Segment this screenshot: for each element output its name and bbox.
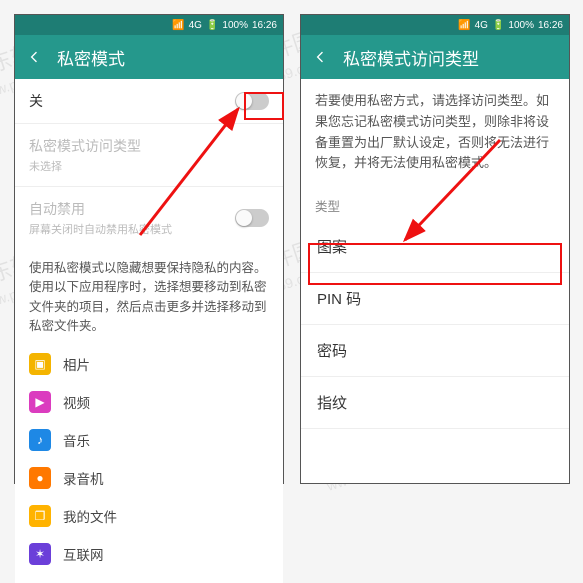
- app-label: 录音机: [63, 468, 104, 488]
- options-list: 图案PIN 码密码指纹: [301, 221, 569, 429]
- statusbar: 📶 4G 🔋 100% 16:26: [301, 15, 569, 35]
- app-label: 相片: [63, 354, 90, 374]
- appbar: 私密模式访问类型: [301, 35, 569, 79]
- auto-disable-row[interactable]: 自动禁用 屏幕关闭时自动禁用私密模式: [15, 187, 283, 249]
- option-row[interactable]: 密码: [301, 325, 569, 377]
- app-item[interactable]: ❐ 我的文件: [29, 497, 269, 535]
- network-label: 4G: [475, 20, 488, 31]
- private-mode-toggle-row[interactable]: 关: [15, 79, 283, 124]
- app-item[interactable]: ✶ 互联网: [29, 535, 269, 573]
- app-icon: ❐: [29, 505, 51, 527]
- description-text: 使用私密模式以隐藏想要保持隐私的内容。使用以下应用程序时，选择想要移动到私密文件…: [15, 249, 283, 343]
- auto-disable-sub: 屏幕关闭时自动禁用私密模式: [29, 221, 172, 237]
- app-icon: ▣: [29, 353, 51, 375]
- option-row[interactable]: 指纹: [301, 377, 569, 429]
- time-label: 16:26: [538, 20, 563, 31]
- access-type-sub: 未选择: [29, 158, 141, 174]
- auto-disable-toggle[interactable]: [235, 209, 269, 227]
- app-icon: ▶: [29, 391, 51, 413]
- page-title: 私密模式: [57, 45, 125, 70]
- app-list: ▣ 相片 ▶ 视频 ♪ 音乐 ● 录音机 ❐ 我的文件 ✶ 互联网: [15, 343, 283, 583]
- app-label: 我的文件: [63, 506, 117, 526]
- app-icon: ●: [29, 467, 51, 489]
- signal-icon: 📶: [172, 20, 184, 31]
- app-item[interactable]: ♪ 音乐: [29, 421, 269, 459]
- app-label: 视频: [63, 392, 90, 412]
- app-item[interactable]: ▣ 相片: [29, 345, 269, 383]
- app-icon: ✶: [29, 543, 51, 565]
- auto-disable-title: 自动禁用: [29, 199, 172, 219]
- toggle-switch[interactable]: [235, 92, 269, 110]
- time-label: 16:26: [252, 20, 277, 31]
- app-icon: ♪: [29, 429, 51, 451]
- signal-icon: 📶: [458, 20, 470, 31]
- battery-icon: 🔋: [492, 20, 504, 31]
- app-label: 互联网: [63, 544, 104, 564]
- section-label: 类型: [301, 186, 569, 221]
- access-type-row[interactable]: 私密模式访问类型 未选择: [15, 124, 283, 187]
- statusbar: 📶 4G 🔋 100% 16:26: [15, 15, 283, 35]
- app-label: 音乐: [63, 430, 90, 450]
- battery-label: 100%: [222, 20, 248, 31]
- back-icon[interactable]: [25, 48, 43, 66]
- battery-icon: 🔋: [206, 20, 218, 31]
- page-title: 私密模式访问类型: [343, 45, 479, 70]
- option-row[interactable]: 图案: [301, 221, 569, 273]
- option-row[interactable]: PIN 码: [301, 273, 569, 325]
- access-type-title: 私密模式访问类型: [29, 136, 141, 156]
- toggle-label: 关: [29, 91, 43, 111]
- network-label: 4G: [189, 20, 202, 31]
- appbar: 私密模式: [15, 35, 283, 79]
- back-icon[interactable]: [311, 48, 329, 66]
- info-text: 若要使用私密方式，请选择访问类型。如果您忘记私密模式访问类型，则除非将设备重置为…: [301, 79, 569, 186]
- app-item[interactable]: ▶ 视频: [29, 383, 269, 421]
- app-item[interactable]: ● 录音机: [29, 459, 269, 497]
- battery-label: 100%: [508, 20, 534, 31]
- phone-right: 📶 4G 🔋 100% 16:26 私密模式访问类型 若要使用私密方式，请选择访…: [300, 14, 570, 484]
- phone-left: 📶 4G 🔋 100% 16:26 私密模式 关 私密模式访问类型 未选择 自动…: [14, 14, 284, 484]
